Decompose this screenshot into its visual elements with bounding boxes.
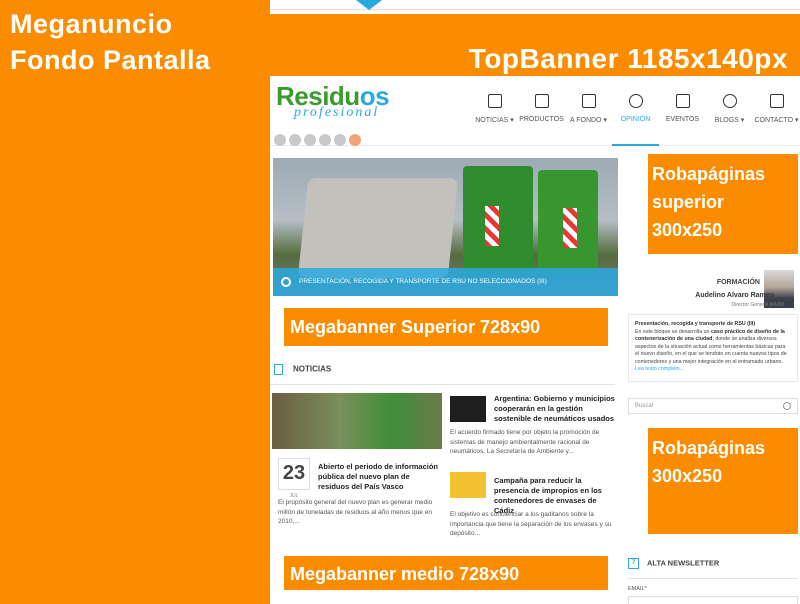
nav-label: BLOGS [714, 117, 739, 124]
email-icon[interactable] [334, 134, 346, 146]
top-banner-label: TopBanner 1185x140px [468, 43, 788, 74]
speech-bubble-icon [628, 94, 643, 108]
twitter-icon[interactable] [274, 134, 286, 146]
logo-subtitle: profesional [294, 105, 380, 120]
divider [270, 384, 615, 385]
hero-image-stripe [485, 206, 499, 246]
calendar-icon: 7 [628, 558, 639, 569]
facebook-icon[interactable] [304, 134, 316, 146]
rss-icon[interactable] [349, 134, 361, 146]
pen-icon [722, 94, 737, 108]
news-title[interactable]: Argentina: Gobierno y municipios coopera… [494, 394, 618, 424]
website-preview: Residuos profesional NOTICIAS ▾ PRODUCTO… [270, 76, 800, 604]
top-banner-ad[interactable]: TopBanner 1185x140px [270, 14, 800, 76]
email-label: EMAIL* [628, 586, 647, 592]
nav-label: A FONDO [570, 117, 602, 124]
formacion-label: FORMACIÓN [716, 279, 760, 286]
calendar-icon [675, 94, 690, 108]
robapaginas-label: Robapáginas 300x250 [652, 438, 766, 486]
date-day: 23 [278, 458, 310, 490]
author-name[interactable]: Audelino Alvaro Ramos [695, 292, 774, 299]
social-links [274, 134, 361, 146]
nav-item-productos[interactable]: PRODUCTOS [518, 94, 565, 146]
newsletter-title: 7 ALTA NEWSLETTER [628, 558, 719, 569]
site-header: Residuos profesional NOTICIAS ▾ PRODUCTO… [270, 76, 800, 146]
document-icon [274, 364, 283, 375]
hero-image-barrier [297, 178, 459, 278]
news-title[interactable]: Abierto el periodo de información públic… [318, 462, 442, 492]
nav-item-a-fondo[interactable]: A FONDO ▾ [565, 94, 612, 146]
hero-image-stripe [563, 208, 577, 248]
news-excerpt: El acuerdo firmado tiene por objeto la p… [450, 429, 600, 455]
read-more-link[interactable]: Lea texto completo... [635, 366, 684, 372]
news-excerpt: El objetivo es concienciar a los gaditan… [450, 511, 612, 537]
robapaginas-superior-label: Robapáginas superior 300x250 [652, 164, 766, 240]
megabanner-superior-label: Megabanner Superior 728x90 [290, 317, 541, 337]
top-strip [270, 0, 800, 10]
megabanner-superior[interactable]: Megabanner Superior 728x90 [284, 308, 608, 346]
section-title-noticias: NOTICIAS [274, 364, 331, 375]
newsletter-label: ALTA NEWSLETTER [647, 558, 720, 568]
nav-label: NOTICIAS [475, 117, 509, 124]
nav-label: EVENTOS [665, 116, 700, 123]
search-input[interactable]: Buscar [628, 398, 798, 414]
search-icon[interactable] [783, 402, 791, 410]
opinion-text: En este bloque se desarrolla un [635, 328, 711, 335]
opinion-title[interactable]: Presentación, recogida y transporte de R… [635, 321, 755, 327]
nav-item-blogs[interactable]: BLOGS ▾ [706, 94, 753, 146]
hero-caption[interactable]: PRESENTACIÓN, RECOGIDA Y TRANSPORTE DE R… [273, 268, 618, 296]
nav-item-eventos[interactable]: EVENTOS [659, 94, 706, 146]
hero-slider[interactable]: PRESENTACIÓN, RECOGIDA Y TRANSPORTE DE R… [273, 158, 618, 296]
document-icon [487, 94, 502, 108]
author-role: Director General MA3M [731, 302, 784, 308]
sidebar: Robapáginas superior 300x250 FORMACIÓN A… [628, 146, 800, 604]
nav-label: PRODUCTOS [519, 116, 564, 123]
hero-caption-text: PRESENTACIÓN, RECOGIDA Y TRANSPORTE DE R… [299, 278, 547, 285]
email-field[interactable] [628, 596, 798, 604]
news-thumbnail[interactable] [450, 472, 486, 498]
robapaginas-superior-ad[interactable]: Robapáginas superior 300x250 [648, 154, 798, 254]
nav-label: CONTACTO [754, 117, 794, 124]
nav-item-noticias[interactable]: NOTICIAS ▾ [471, 94, 518, 146]
opinion-excerpt: Presentación, recogida y transporte de R… [628, 314, 798, 382]
news-excerpt: El propósito general del nuevo plan es g… [278, 499, 433, 525]
nav-label: OPINIÓN [620, 116, 651, 123]
nav-item-contacto[interactable]: CONTACTO ▾ [753, 94, 800, 146]
linkedin-icon[interactable] [319, 134, 331, 146]
news-thumbnail[interactable] [272, 393, 442, 449]
google-plus-icon[interactable] [289, 134, 301, 146]
divider [628, 578, 798, 579]
section-label: NOTICIAS [293, 364, 332, 374]
robapaginas-ad[interactable]: Robapáginas 300x250 [648, 428, 798, 534]
background-ad-label: Meganuncio Fondo Pantalla [10, 9, 211, 75]
contact-card-icon [769, 94, 784, 108]
search-placeholder: Buscar [635, 403, 654, 409]
nav-item-opinion[interactable]: OPINIÓN [612, 94, 659, 146]
flask-icon [534, 94, 549, 108]
megabanner-medio-label: Megabanner medio 728x90 [290, 564, 520, 584]
background-ad-panel: Meganuncio Fondo Pantalla [0, 0, 270, 604]
news-thumbnail[interactable] [450, 396, 486, 422]
slider-dot-icon [281, 277, 291, 287]
documents-icon [581, 94, 596, 108]
main-nav: NOTICIAS ▾ PRODUCTOS A FONDO ▾ OPINIÓN E… [471, 94, 800, 146]
megabanner-medio[interactable]: Megabanner medio 728x90 [284, 556, 608, 590]
